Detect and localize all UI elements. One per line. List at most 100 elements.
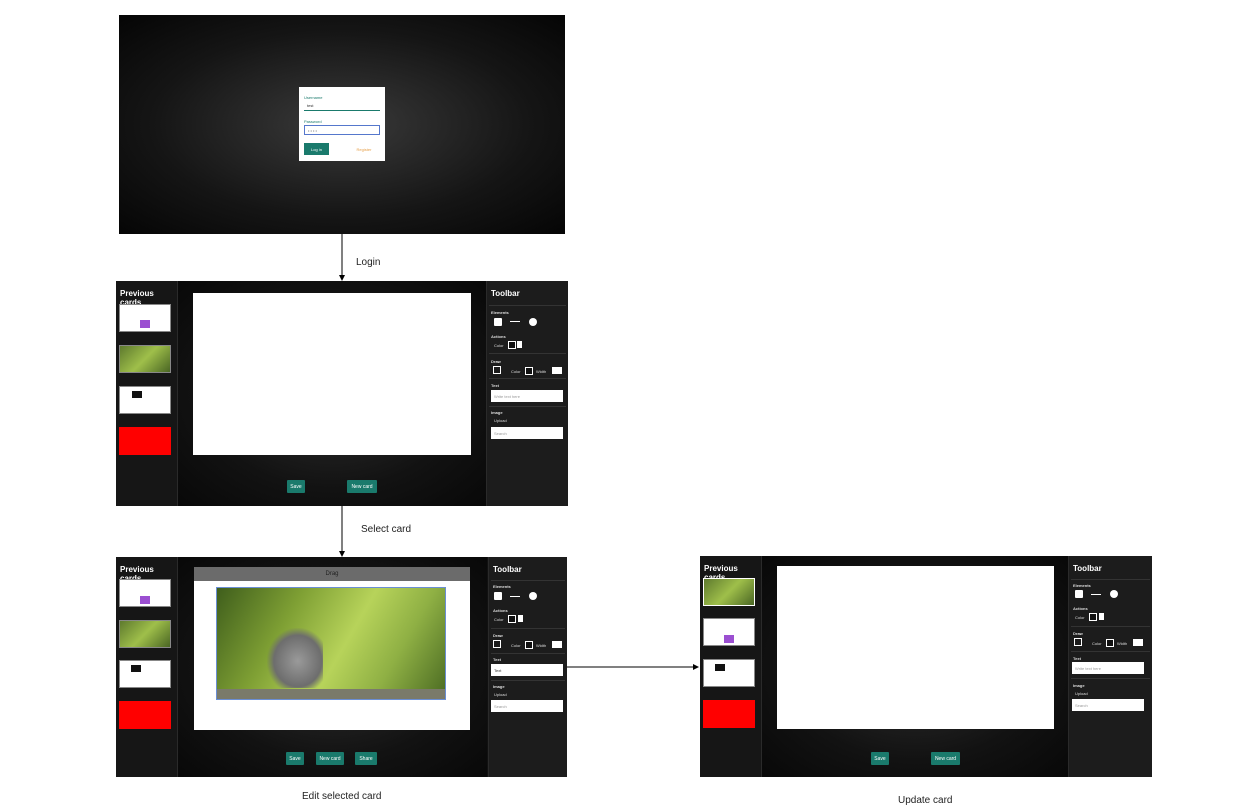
app-screen-edit: Previous cards Drag Save New card Share … bbox=[116, 557, 567, 777]
color-swatch-icon[interactable] bbox=[508, 341, 516, 349]
elements-label: Elements bbox=[493, 584, 511, 589]
username-input[interactable]: test bbox=[304, 101, 380, 111]
width-label: Width bbox=[536, 643, 547, 648]
arrow-tool-icon[interactable] bbox=[510, 321, 520, 322]
thumb-card-black[interactable] bbox=[119, 660, 171, 688]
width-input[interactable] bbox=[552, 367, 562, 374]
previous-cards-sidebar: Previous cards bbox=[700, 556, 762, 777]
width-label: Width bbox=[536, 369, 547, 374]
save-button[interactable]: Save bbox=[287, 480, 305, 493]
step-label-select: Select card bbox=[361, 524, 412, 535]
thumb-card-purple[interactable] bbox=[119, 579, 171, 607]
canvas-area: Save New card bbox=[178, 281, 486, 506]
toolbar-title: Toolbar bbox=[493, 565, 522, 574]
image-label: Image bbox=[491, 410, 503, 415]
new-card-button[interactable]: New card bbox=[347, 480, 377, 493]
canvas-area: Drag Save New card Share bbox=[178, 557, 487, 777]
thumb-card-red[interactable] bbox=[119, 427, 171, 455]
thumb-card-black[interactable] bbox=[119, 386, 171, 414]
canvas-area: Save New card bbox=[762, 556, 1068, 777]
upload-button[interactable]: Upload bbox=[494, 692, 507, 697]
card-canvas[interactable] bbox=[194, 581, 470, 730]
arrow-tool-icon[interactable] bbox=[510, 596, 520, 597]
thumb-card-black[interactable] bbox=[703, 659, 755, 687]
pencil-icon[interactable] bbox=[1074, 638, 1082, 646]
trash-icon[interactable] bbox=[517, 341, 522, 348]
draw-label: Draw bbox=[1073, 631, 1083, 636]
image-search-input[interactable]: Search bbox=[1072, 699, 1144, 711]
draw-color-swatch[interactable] bbox=[525, 641, 533, 649]
password-label: Password bbox=[304, 119, 322, 124]
purple-shape bbox=[724, 635, 734, 643]
thumb-card-cat[interactable] bbox=[703, 578, 755, 606]
square-tool-icon[interactable] bbox=[1075, 590, 1083, 598]
new-card-button[interactable]: New card bbox=[316, 752, 344, 765]
thumb-card-cat[interactable] bbox=[119, 620, 171, 648]
draw-color-swatch[interactable] bbox=[1106, 639, 1114, 647]
width-label: Width bbox=[1117, 641, 1128, 646]
color-swatch-icon[interactable] bbox=[508, 615, 516, 623]
purple-shape bbox=[140, 320, 150, 328]
text-input[interactable]: Text bbox=[491, 664, 563, 676]
save-button[interactable]: Save bbox=[871, 752, 889, 765]
circle-tool-icon[interactable] bbox=[1110, 590, 1118, 598]
step-label-edit: Edit selected card bbox=[302, 791, 382, 802]
drag-bar[interactable]: Drag bbox=[194, 567, 470, 581]
login-form: Username test Password • • • • Log in Re… bbox=[299, 87, 385, 161]
text-label: Text bbox=[493, 657, 501, 662]
draw-label: Draw bbox=[491, 359, 501, 364]
color-swatch-icon[interactable] bbox=[1089, 613, 1097, 621]
actions-label: Actions bbox=[491, 334, 506, 339]
new-card-button[interactable]: New card bbox=[931, 752, 960, 765]
black-shape bbox=[131, 665, 141, 672]
text-input[interactable]: Write text here bbox=[1072, 662, 1144, 674]
toolbar-title: Toolbar bbox=[491, 289, 520, 298]
upload-button[interactable]: Upload bbox=[1075, 691, 1088, 696]
text-input[interactable]: Write text here bbox=[491, 390, 563, 402]
save-button[interactable]: Save bbox=[286, 752, 304, 765]
draw-color-label: Color bbox=[511, 369, 521, 374]
image-search-input[interactable]: Search bbox=[491, 427, 563, 439]
password-input[interactable]: • • • • bbox=[304, 125, 380, 135]
width-input[interactable] bbox=[552, 641, 562, 648]
actions-color-label: Color bbox=[494, 617, 504, 622]
actions-color-label: Color bbox=[1075, 615, 1085, 620]
app-screen-update: Previous cards Save New card Toolbar Ele… bbox=[700, 556, 1152, 777]
thumb-card-red[interactable] bbox=[119, 701, 171, 729]
black-shape bbox=[132, 391, 142, 398]
toolbar: Toolbar Elements Actions Color Draw Colo… bbox=[486, 281, 568, 506]
thumb-card-red[interactable] bbox=[703, 700, 755, 728]
elements-label: Elements bbox=[491, 310, 509, 315]
username-label: Username bbox=[304, 95, 323, 100]
width-input[interactable] bbox=[1133, 639, 1143, 646]
actions-label: Actions bbox=[493, 608, 508, 613]
square-tool-icon[interactable] bbox=[494, 592, 502, 600]
trash-icon[interactable] bbox=[1099, 613, 1104, 620]
image-search-input[interactable]: Search bbox=[491, 700, 563, 712]
share-button[interactable]: Share bbox=[355, 752, 377, 765]
pencil-icon[interactable] bbox=[493, 640, 501, 648]
toolbar: Toolbar Elements Actions Color Draw Colo… bbox=[1068, 556, 1152, 777]
elements-label: Elements bbox=[1073, 583, 1091, 588]
draw-color-swatch[interactable] bbox=[525, 367, 533, 375]
square-tool-icon[interactable] bbox=[494, 318, 502, 326]
circle-tool-icon[interactable] bbox=[529, 592, 537, 600]
thumb-card-purple[interactable] bbox=[703, 618, 755, 646]
thumb-card-purple[interactable] bbox=[119, 304, 171, 332]
register-button[interactable]: Register bbox=[349, 143, 379, 155]
purple-shape bbox=[140, 596, 150, 604]
card-canvas[interactable] bbox=[193, 293, 471, 455]
draw-color-label: Color bbox=[511, 643, 521, 648]
toolbar: Toolbar Elements Actions Color Draw Colo… bbox=[488, 557, 567, 777]
thumb-card-cat[interactable] bbox=[119, 345, 171, 373]
arrow-tool-icon[interactable] bbox=[1091, 594, 1101, 595]
card-canvas[interactable] bbox=[777, 566, 1054, 729]
trash-icon[interactable] bbox=[518, 615, 523, 622]
login-button[interactable]: Log in bbox=[304, 143, 329, 155]
login-screen: Username test Password • • • • Log in Re… bbox=[119, 15, 565, 234]
step-label-login: Login bbox=[356, 257, 381, 268]
cat-image[interactable] bbox=[216, 587, 446, 700]
upload-button[interactable]: Upload bbox=[494, 418, 507, 423]
pencil-icon[interactable] bbox=[493, 366, 501, 374]
circle-tool-icon[interactable] bbox=[529, 318, 537, 326]
